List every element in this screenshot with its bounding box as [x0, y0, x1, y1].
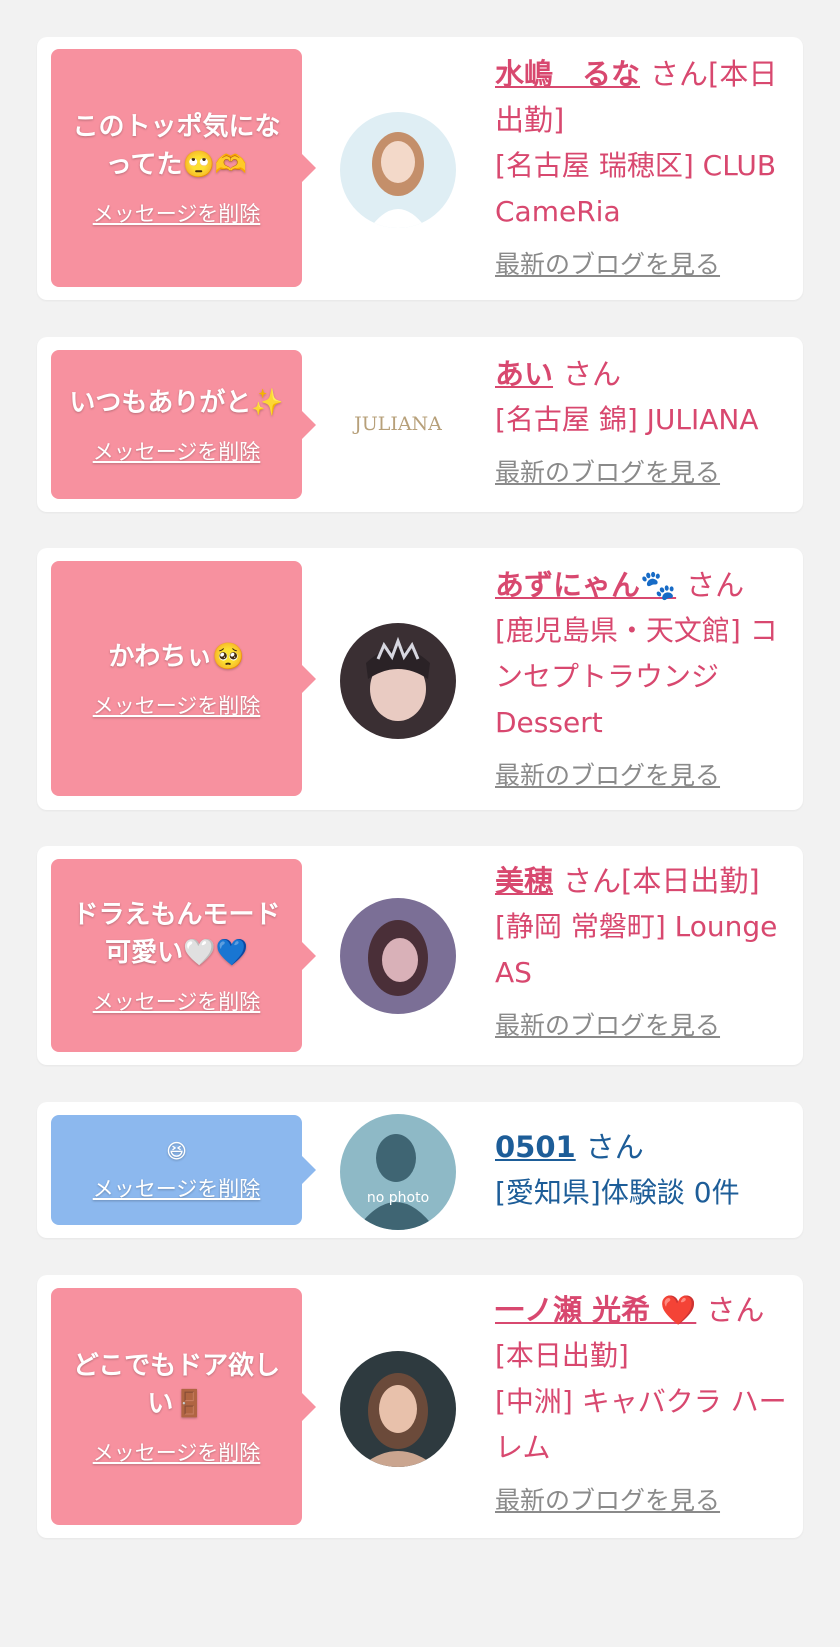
- cast-suffix: さん: [706, 1293, 765, 1327]
- latest-blog-link[interactable]: 最新のブログを見る: [495, 453, 795, 489]
- favorite-message-list: このトッポ気になってた🙄🫶 メッセージを削除 水嶋 るな さん[本日出勤] [名古…: [0, 0, 840, 1647]
- cast-info: 一ノ瀬 光希 ❤️ さん [本日出勤] [中洲] キャバクラ ハーレム 最新のブロ…: [495, 1287, 795, 1517]
- message-text: このトッポ気になってた🙄🫶: [72, 112, 281, 180]
- shop-logo[interactable]: JULIANA: [340, 404, 456, 444]
- message-text: 😆: [166, 1139, 187, 1163]
- message-bubble: いつもありがと✨ メッセージを削除: [51, 350, 316, 499]
- message-text: ドラえもんモード可愛い🤍💙: [72, 899, 281, 968]
- user-suffix: さん: [585, 1130, 644, 1164]
- shop-link[interactable]: [鹿児島県・天文館] コンセプトラウンジDessert: [495, 608, 795, 746]
- message-text: いつもありがと✨: [69, 387, 284, 418]
- latest-blog-link[interactable]: 最新のブログを見る: [495, 1481, 795, 1517]
- cast-suffix: さん[本日出勤]: [563, 864, 760, 898]
- message-bubble: ドラえもんモード可愛い🤍💙 メッセージを削除: [51, 859, 316, 1052]
- cast-info: 水嶋 るな さん[本日出勤] [名古屋 瑞穂区] CLUB CameRia 最新の…: [495, 51, 795, 281]
- message-bubble: どこでもドア欲しい🚪 メッセージを削除: [51, 1288, 316, 1525]
- cast-suffix: さん: [686, 568, 745, 602]
- message-text: どこでもドア欲しい🚪: [72, 1350, 281, 1419]
- shop-link[interactable]: [名古屋 錦] JULIANA: [495, 397, 795, 443]
- juliana-logo-text: JULIANA: [354, 413, 442, 435]
- cast-suffix: さん: [563, 357, 622, 391]
- shop-link[interactable]: [中洲] キャバクラ ハーレム: [495, 1379, 795, 1471]
- cast-info: あい さん [名古屋 錦] JULIANA 最新のブログを見る: [495, 351, 795, 489]
- avatar[interactable]: [340, 898, 456, 1014]
- message-bubble: かわちぃ🥺 メッセージを削除: [51, 561, 316, 796]
- avatar[interactable]: [340, 112, 456, 228]
- delete-message-link[interactable]: メッセージを削除: [93, 198, 261, 228]
- delete-message-link[interactable]: メッセージを削除: [93, 1437, 261, 1467]
- cast-name-link[interactable]: 水嶋 るな: [495, 57, 640, 91]
- cast-name-link[interactable]: 美穂: [495, 864, 553, 898]
- avatar[interactable]: [340, 623, 456, 739]
- message-card: 😆 メッセージを削除 no photo 0501 さん [愛知県]体験談 0件: [37, 1102, 803, 1238]
- message-card: どこでもドア欲しい🚪 メッセージを削除 一ノ瀬 光希 ❤️ さん [本日出勤] […: [37, 1275, 803, 1538]
- no-photo-label: no photo: [367, 1190, 429, 1206]
- attendance-status: [本日出勤]: [495, 1339, 629, 1372]
- user-info: 0501 さん [愛知県]体験談 0件: [495, 1124, 795, 1216]
- shop-link[interactable]: [名古屋 瑞穂区] CLUB CameRia: [495, 143, 795, 235]
- delete-message-link[interactable]: メッセージを削除: [93, 986, 261, 1016]
- no-photo-avatar[interactable]: no photo: [340, 1114, 456, 1230]
- cast-info: 美穂 さん[本日出勤] [静岡 常磐町] Lounge AS 最新のブログを見る: [495, 858, 795, 1042]
- message-card: ドラえもんモード可愛い🤍💙 メッセージを削除 美穂 さん[本日出勤] [静岡 常磐…: [37, 846, 803, 1065]
- delete-message-link[interactable]: メッセージを削除: [93, 690, 261, 720]
- latest-blog-link[interactable]: 最新のブログを見る: [495, 756, 795, 792]
- message-card: かわちぃ🥺 メッセージを削除 あずにゃん🐾 さん [鹿児島県・天文館] コンセプト…: [37, 548, 803, 810]
- cast-info: あずにゃん🐾 さん [鹿児島県・天文館] コンセプトラウンジDessert 最新の…: [495, 562, 795, 792]
- latest-blog-link[interactable]: 最新のブログを見る: [495, 245, 795, 281]
- delete-message-link[interactable]: メッセージを削除: [93, 436, 261, 466]
- delete-message-link[interactable]: メッセージを削除: [93, 1173, 261, 1203]
- message-text: かわちぃ🥺: [108, 641, 245, 672]
- message-card: いつもありがと✨ メッセージを削除 JULIANA あい さん [名古屋 錦] J…: [37, 337, 803, 512]
- message-bubble: 😆 メッセージを削除: [51, 1115, 316, 1225]
- review-count-link[interactable]: [愛知県]体験談 0件: [495, 1170, 795, 1216]
- avatar[interactable]: [340, 1351, 456, 1467]
- latest-blog-link[interactable]: 最新のブログを見る: [495, 1006, 795, 1042]
- message-bubble: このトッポ気になってた🙄🫶 メッセージを削除: [51, 49, 316, 287]
- user-name-link[interactable]: 0501: [495, 1130, 576, 1164]
- cast-name-link[interactable]: あずにゃん🐾: [495, 568, 676, 602]
- cast-name-link[interactable]: 一ノ瀬 光希 ❤️: [495, 1293, 696, 1327]
- message-card: このトッポ気になってた🙄🫶 メッセージを削除 水嶋 るな さん[本日出勤] [名古…: [37, 37, 803, 300]
- cast-name-link[interactable]: あい: [495, 357, 553, 391]
- shop-link[interactable]: [静岡 常磐町] Lounge AS: [495, 904, 795, 996]
